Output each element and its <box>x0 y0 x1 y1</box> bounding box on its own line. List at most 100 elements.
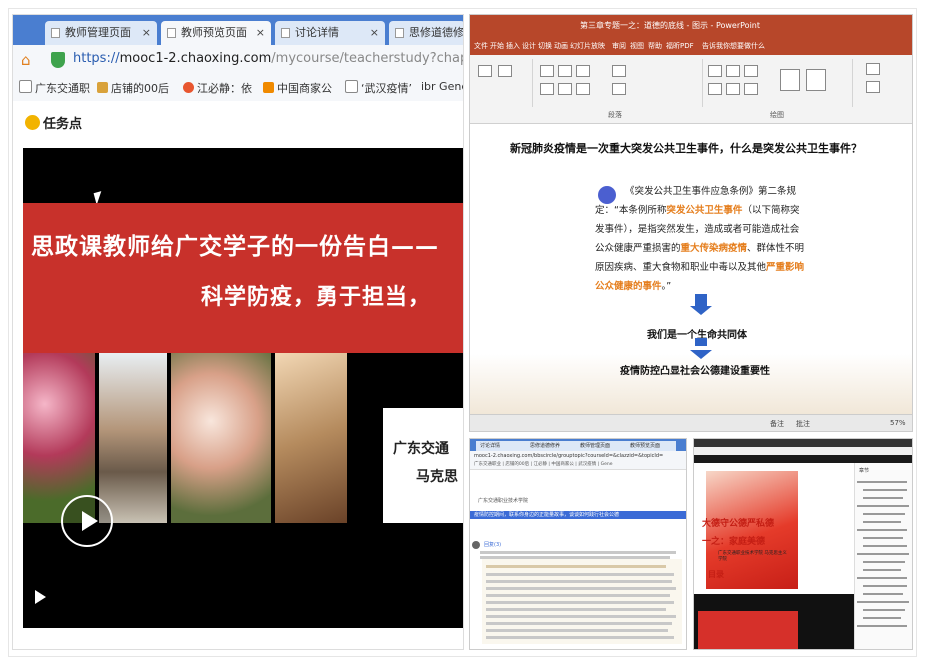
tab-teacher-preview[interactable]: 教师预览页面 × <box>161 21 271 45</box>
course-browser-window: 大德守公德严私德 一之：家庭美德 广东交通职业技术学院 马克思主义学院 目录 章… <box>693 438 913 650</box>
text-direction-icon[interactable] <box>612 65 626 77</box>
chapter-item[interactable] <box>857 625 907 627</box>
chapter-item[interactable] <box>857 601 909 603</box>
indent-icon[interactable] <box>576 65 590 77</box>
home-icon[interactable]: ⌂ <box>21 52 31 68</box>
chapter-item[interactable] <box>857 553 909 555</box>
url-field[interactable]: mooc1-2.chaoxing.com/bbscircle/grouptopi… <box>470 451 686 461</box>
video-player[interactable]: 思政课教师给广交学子的一份告白—— 科学防疫，勇于担当， 广东交通 马克思 <box>23 148 463 628</box>
tab-teacher-manage[interactable]: 教师管理页面 <box>576 441 626 451</box>
slide-statement-2: 疫情防控凸显社会公德建设重要性 <box>620 366 770 377</box>
url-host: mooc1-2.chaoxing.com <box>119 51 272 66</box>
breadcrumb[interactable]: 广东交通职业技术学院 <box>478 497 528 504</box>
chapter-item[interactable] <box>857 481 907 483</box>
post-text-line <box>486 629 668 632</box>
copy-icon[interactable] <box>498 65 512 77</box>
quick-styles-icon[interactable] <box>806 69 826 91</box>
url-path: /mycourse/teacherstudy?chapterId= <box>271 51 463 66</box>
ppt-status-bar: 备注 批注 57% <box>470 414 912 431</box>
align-left-icon[interactable] <box>540 83 554 95</box>
play-button-icon[interactable] <box>61 495 113 547</box>
find-icon[interactable] <box>866 63 880 75</box>
ribbon-tab-review[interactable]: 审阅 <box>612 41 626 51</box>
close-icon[interactable]: × <box>142 21 151 45</box>
bookmark-item[interactable]: ‘武汉疫情’ <box>345 80 412 96</box>
ribbon-tab-design[interactable]: 设计 <box>522 41 536 51</box>
paste-icon[interactable] <box>478 65 492 77</box>
shapes-icon[interactable] <box>744 65 758 77</box>
tab-label: 思修道德修 <box>409 26 464 39</box>
chapter-item[interactable] <box>857 505 909 507</box>
align-center-icon[interactable] <box>558 83 572 95</box>
tab-sixiu[interactable]: 思修道德修养 <box>526 441 576 451</box>
chapter-item[interactable] <box>863 561 905 563</box>
tab-teacher-preview[interactable]: 教师预览页面 <box>626 441 676 451</box>
chapter-item[interactable] <box>863 593 903 595</box>
play-control-icon[interactable] <box>35 590 46 604</box>
highlighted-text: 突发公共卫生事件 <box>666 205 743 216</box>
slide-body-parts: 《突发公共卫生事件应急条例》第二条规定：“本条例所称突发公共卫生事件（以下简称突… <box>595 186 804 292</box>
chapter-item[interactable] <box>857 529 907 531</box>
url-field[interactable] <box>694 447 912 455</box>
bookmark-item[interactable]: 店铺的00后 <box>97 80 169 96</box>
close-icon[interactable]: × <box>370 21 379 45</box>
chapter-item[interactable] <box>863 545 907 547</box>
ribbon-tab-animation[interactable]: 动画 <box>554 41 568 51</box>
ribbon-tab-view[interactable]: 视图 <box>630 41 644 51</box>
ribbon-tab-help[interactable]: 帮助 <box>648 41 662 51</box>
chapter-sidebar: 章节 <box>854 463 912 649</box>
smartart-icon[interactable] <box>612 83 626 95</box>
shapes-icon[interactable] <box>744 83 758 95</box>
tell-me-search[interactable]: 告诉我你想要做什么 <box>702 41 765 51</box>
bullets-icon[interactable] <box>540 65 554 77</box>
comments-button[interactable]: 批注 <box>796 419 810 429</box>
tab-sixiu[interactable]: 思修道德修 <box>389 21 464 45</box>
post-text-line <box>486 587 676 590</box>
chapter-item[interactable] <box>863 609 905 611</box>
shapes-icon[interactable] <box>708 65 722 77</box>
zoom-level[interactable]: 57% <box>890 419 906 427</box>
ribbon-tab-transition[interactable]: 切换 <box>538 41 552 51</box>
chapter-item[interactable] <box>863 537 903 539</box>
ribbon-tab-home[interactable]: 开始 <box>490 41 504 51</box>
chapter-item[interactable] <box>857 577 907 579</box>
align-right-icon[interactable] <box>576 83 590 95</box>
bookmark-item[interactable]: ibr Gene <box>421 80 463 93</box>
numbering-icon[interactable] <box>558 65 572 77</box>
task-dot-icon <box>25 115 40 130</box>
tab-discussion-detail[interactable]: 讨论详情 × <box>275 21 385 45</box>
bookmark-item[interactable]: 广东交通职 <box>19 80 90 96</box>
chapter-item[interactable] <box>863 513 905 515</box>
shapes-icon[interactable] <box>708 83 722 95</box>
reply-count[interactable]: 回复(3) <box>484 541 501 548</box>
ribbon-tab-file[interactable]: 文件 <box>474 41 488 51</box>
page-icon <box>395 28 404 38</box>
chapter-item[interactable] <box>863 617 901 619</box>
bookmark-item[interactable]: 江必静：依 <box>183 80 252 96</box>
chapter-item[interactable] <box>863 497 903 499</box>
chapter-item[interactable] <box>863 489 907 491</box>
highlighted-text: 重大传染病疫情 <box>680 243 748 254</box>
close-icon[interactable]: × <box>256 21 265 45</box>
avatar <box>472 541 480 549</box>
tab-discussion-detail[interactable]: 讨论详情 <box>476 441 526 451</box>
discussion-topic-banner: 疫情防控期间，联系你身边的正能量故事，谈谈如何践行社会公德 <box>470 511 686 519</box>
ribbon-tab-insert[interactable]: 插入 <box>506 41 520 51</box>
chapter-item[interactable] <box>863 585 907 587</box>
chapter-item[interactable] <box>863 569 901 571</box>
notes-button[interactable]: 备注 <box>770 419 784 429</box>
chapter-item[interactable] <box>863 521 901 523</box>
slide-thumbnail-2[interactable] <box>698 611 798 649</box>
slide-subtitle: 广东交通职业技术学院 马克思主义学院 <box>718 551 787 562</box>
reply-post <box>482 559 682 644</box>
ribbon-tab-slideshow[interactable]: 幻灯片放映 <box>570 41 605 51</box>
shapes-icon[interactable] <box>726 83 740 95</box>
shapes-icon[interactable] <box>726 65 740 77</box>
url-field[interactable]: https://mooc1-2.chaoxing.com/mycourse/te… <box>73 51 463 66</box>
arrange-icon[interactable] <box>780 69 800 91</box>
tab-teacher-manage[interactable]: 教师管理页面 × <box>45 21 157 45</box>
bookmark-item[interactable]: 中国商家公 <box>263 80 332 96</box>
ribbon-tab-foxit[interactable]: 福昕PDF <box>666 41 694 51</box>
ppt-slide[interactable]: 新冠肺炎疫情是一次重大突发公共卫生事件，什么是突发公共卫生事件？ 《突发公共卫生… <box>470 124 912 414</box>
replace-icon[interactable] <box>866 81 880 93</box>
